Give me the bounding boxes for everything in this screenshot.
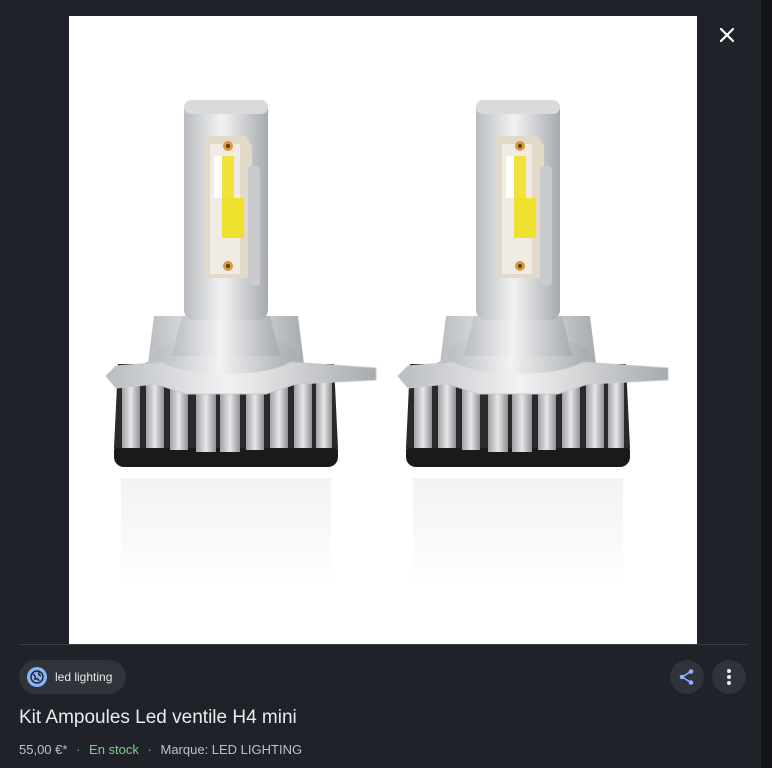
scrollbar-track [761,0,772,768]
share-icon [679,669,694,685]
source-label: led lighting [55,670,113,684]
product-title[interactable]: Kit Ampoules Led ventile H4 mini [19,707,297,729]
close-button[interactable] [711,19,743,51]
separator: · [147,742,152,757]
more-options-button[interactable] [712,660,746,694]
product-brand: Marque: LED LIGHTING [160,742,303,757]
stock-status: En stock [89,742,139,757]
globe-icon [27,667,47,687]
more-vert-icon [727,669,731,685]
share-button[interactable] [670,660,704,694]
divider [19,644,747,645]
source-chip[interactable]: led lighting [19,660,127,694]
led-bulb-right [397,99,669,589]
product-price: 55,00 €* [19,742,68,757]
product-meta: 55,00 €* · En stock · Marque: LED LIGHTI… [19,742,302,757]
led-bulbs-picture [105,99,669,589]
close-icon [720,28,734,42]
product-image[interactable] [69,16,697,644]
led-bulb-left [105,99,377,589]
separator: · [76,742,81,757]
